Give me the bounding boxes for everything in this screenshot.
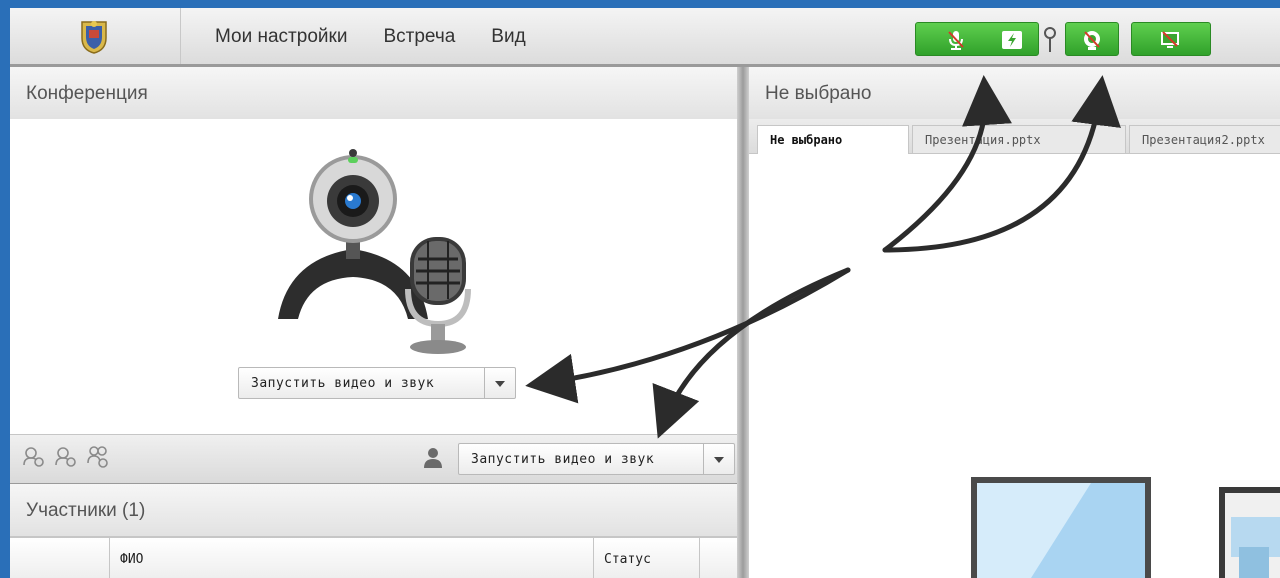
- column-header-name[interactable]: ФИО: [110, 538, 594, 578]
- column-header-blank[interactable]: [10, 538, 110, 578]
- tab-presentation2[interactable]: Презентация2.pptx: [1129, 125, 1280, 153]
- panel-splitter[interactable]: [737, 67, 749, 578]
- monitor-illustration: [971, 477, 1151, 578]
- toolbar-start-video-audio-dropdown[interactable]: [703, 444, 734, 474]
- start-video-audio-dropdown[interactable]: [484, 368, 515, 398]
- webcam-microphone-illustration: [278, 149, 471, 354]
- participants-title: Участники (1): [26, 500, 146, 521]
- conference-body: Запустить видео и звук: [10, 119, 737, 437]
- content-title: Не выбрано: [765, 83, 872, 104]
- main-menu: Мои настройки Встреча Вид: [215, 26, 526, 48]
- tab-presentation[interactable]: Презентация.pptx: [912, 125, 1126, 153]
- camera-control-group: [1065, 22, 1119, 56]
- logo-cell: [10, 8, 181, 64]
- secondary-monitor-illustration: [1219, 487, 1280, 578]
- user-gear-icon[interactable]: [54, 445, 78, 469]
- start-video-audio-label: Запустить видео и звук: [251, 376, 435, 391]
- camera-off-icon[interactable]: [1080, 28, 1104, 52]
- university-crest-icon: [81, 21, 107, 54]
- lightning-icon[interactable]: [1000, 28, 1024, 52]
- group-settings-icon[interactable]: [86, 445, 110, 469]
- menu-my-settings[interactable]: Мои настройки: [215, 26, 347, 48]
- conference-header: Конференция: [10, 67, 737, 120]
- column-header-status[interactable]: Статус: [594, 538, 700, 578]
- tab-not-selected[interactable]: Не выбрано: [757, 125, 909, 154]
- microphone-muted-icon[interactable]: [944, 28, 968, 52]
- screen-share-off-icon[interactable]: [1158, 28, 1182, 52]
- screen-share-group: [1131, 22, 1211, 56]
- start-video-audio-button[interactable]: Запустить видео и звук: [238, 367, 516, 399]
- app-window: Мои настройки Встреча Вид Конференция За…: [10, 8, 1280, 578]
- user-settings-icon[interactable]: [22, 445, 46, 469]
- toolbar-start-video-audio-label: Запустить видео и звук: [471, 452, 655, 467]
- column-name-label: ФИО: [120, 552, 144, 567]
- menu-meeting[interactable]: Встреча: [383, 26, 455, 48]
- left-panel: Конференция Запустить видео и звук Запус…: [10, 67, 737, 578]
- column-status-label: Статус: [604, 552, 651, 567]
- conference-title: Конференция: [26, 83, 148, 104]
- content-tabs: Не выбрано Презентация.pptx Презентация2…: [749, 119, 1280, 154]
- toolbar-start-video-audio-button[interactable]: Запустить видео и звук: [458, 443, 735, 475]
- menubar: Мои настройки Встреча Вид: [10, 8, 1280, 67]
- menu-view[interactable]: Вид: [491, 26, 525, 48]
- conference-toolbar: Запустить видео и звук: [10, 434, 737, 488]
- pin-icon[interactable]: [1043, 26, 1057, 54]
- user-icon: [424, 448, 442, 468]
- participants-table-header: ФИО Статус: [10, 537, 737, 578]
- column-header-extra[interactable]: [700, 538, 737, 578]
- content-header: Не выбрано: [749, 67, 1280, 120]
- audio-controls-group: [915, 22, 1039, 56]
- participants-header: Участники (1): [10, 484, 737, 537]
- right-panel: Не выбрано Не выбрано Презентация.pptx П…: [749, 67, 1280, 578]
